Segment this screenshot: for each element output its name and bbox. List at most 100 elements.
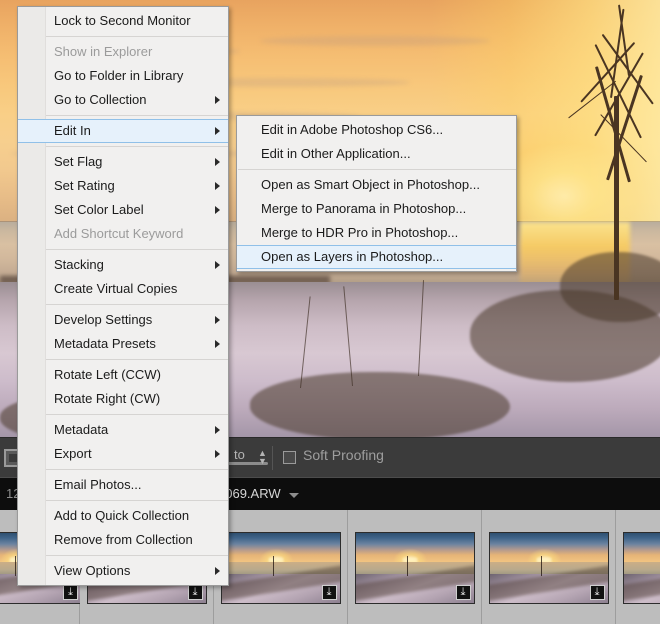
photo-brush — [250, 372, 510, 437]
menu-item-metadata[interactable]: Metadata — [18, 418, 228, 442]
submenu-arrow-icon — [215, 450, 220, 458]
filmstrip-thumb-3[interactable]: ⤓ — [214, 510, 348, 624]
submenu-item-merge-to-hdr-pro-in-photoshop[interactable]: Merge to HDR Pro in Photoshop... — [237, 221, 516, 245]
menu-item-rotate-left-ccw[interactable]: Rotate Left (CCW) — [18, 363, 228, 387]
menu-separator — [46, 500, 228, 501]
soft-proofing-checkbox[interactable] — [283, 451, 296, 464]
menu-item-edit-in[interactable]: Edit In — [18, 119, 228, 143]
menu-item-add-to-quick-collection[interactable]: Add to Quick Collection — [18, 504, 228, 528]
menu-separator — [46, 249, 228, 250]
menu-item-label: Open as Layers in Photoshop... — [261, 249, 444, 264]
menu-item-develop-settings[interactable]: Develop Settings — [18, 308, 228, 332]
menu-item-rotate-right-cw[interactable]: Rotate Right (CW) — [18, 387, 228, 411]
menu-item-label: Rotate Right (CW) — [54, 391, 161, 406]
menu-item-label: Email Photos... — [54, 477, 142, 492]
develop-badge-icon[interactable]: ⤓ — [187, 585, 203, 600]
stepper-arrows-icon[interactable]: ▲ ▼ — [258, 449, 267, 466]
menu-item-label: View Options — [54, 563, 131, 578]
menu-item-label: Set Rating — [54, 178, 115, 193]
menu-item-stacking[interactable]: Stacking — [18, 253, 228, 277]
menu-item-label: Set Color Label — [54, 202, 144, 217]
menu-item-set-color-label[interactable]: Set Color Label — [18, 198, 228, 222]
menu-item-label: Export — [54, 446, 92, 461]
filmstrip-thumb-6[interactable]: ⤓ — [616, 510, 660, 624]
thumb-tree — [407, 556, 409, 577]
menu-separator — [46, 115, 228, 116]
toolbar-to-label: to — [234, 447, 245, 462]
menu-item-label: Go to Folder in Library — [54, 68, 184, 83]
menu-separator — [46, 304, 228, 305]
develop-badge-icon[interactable]: ⤓ — [63, 585, 78, 600]
chevron-down-icon[interactable] — [289, 493, 299, 498]
menu-item-label: Edit in Adobe Photoshop CS6... — [261, 122, 444, 137]
submenu-arrow-icon — [215, 316, 220, 324]
menu-item-label: Remove from Collection — [54, 532, 193, 547]
menu-item-remove-from-collection[interactable]: Remove from Collection — [18, 528, 228, 552]
menu-separator — [46, 36, 228, 37]
thumbnail-image: ⤓ — [488, 532, 609, 604]
thumbnail-image: ⤓ — [354, 532, 475, 604]
filmstrip-thumb-5[interactable]: ⤓ — [482, 510, 616, 624]
menu-separator — [46, 414, 228, 415]
submenu-item-open-as-smart-object-in-photoshop[interactable]: Open as Smart Object in Photoshop... — [237, 173, 516, 197]
menu-item-metadata-presets[interactable]: Metadata Presets — [18, 332, 228, 356]
menu-item-label: Metadata Presets — [54, 336, 156, 351]
menu-item-lock-to-second-monitor[interactable]: Lock to Second Monitor — [18, 9, 228, 33]
menu-item-label: Develop Settings — [54, 312, 153, 327]
submenu-arrow-icon — [215, 127, 220, 135]
menu-item-go-to-folder-in-library[interactable]: Go to Folder in Library — [18, 64, 228, 88]
submenu-item-merge-to-panorama-in-photoshop[interactable]: Merge to Panorama in Photoshop... — [237, 197, 516, 221]
soft-proofing-label: Soft Proofing — [303, 447, 384, 463]
submenu-arrow-icon — [215, 261, 220, 269]
submenu-item-edit-in-adobe-photoshop-cs6[interactable]: Edit in Adobe Photoshop CS6... — [237, 118, 516, 142]
menu-item-label: Add Shortcut Keyword — [54, 226, 184, 241]
photo-bare-tree — [510, 0, 660, 300]
menu-item-email-photos[interactable]: Email Photos... — [18, 473, 228, 497]
develop-badge-icon[interactable]: ⤓ — [589, 585, 605, 600]
menu-item-label: Go to Collection — [54, 92, 147, 107]
thumb-tree — [273, 556, 275, 577]
menu-item-label: Edit In — [54, 123, 91, 138]
submenu-item-edit-in-other-application[interactable]: Edit in Other Application... — [237, 142, 516, 166]
menu-item-label: Merge to Panorama in Photoshop... — [261, 201, 467, 216]
menu-item-label: Show in Explorer — [54, 44, 153, 59]
menu-item-label: Rotate Left (CCW) — [54, 367, 161, 382]
submenu-arrow-icon — [215, 158, 220, 166]
menu-separator — [46, 146, 228, 147]
lightroom-window: to ▲▼ Soft Proofing 12 0069.ARW ⤓⤓⤓⤓⤓⤓ L… — [0, 0, 660, 624]
menu-item-go-to-collection[interactable]: Go to Collection — [18, 88, 228, 112]
submenu-item-open-as-layers-in-photoshop[interactable]: Open as Layers in Photoshop... — [237, 245, 516, 269]
develop-badge-icon[interactable]: ⤓ — [321, 585, 337, 600]
menu-item-label: Add to Quick Collection — [54, 508, 190, 523]
menu-separator — [46, 555, 228, 556]
edit-in-submenu[interactable]: Edit in Adobe Photoshop CS6... Edit in Ot… — [236, 115, 517, 272]
thumbnail-image: ⤓ — [220, 532, 341, 604]
menu-item-create-virtual-copies[interactable]: Create Virtual Copies — [18, 277, 228, 301]
menu-item-set-flag[interactable]: Set Flag — [18, 150, 228, 174]
develop-badge-icon[interactable]: ⤓ — [455, 585, 471, 600]
menu-separator — [238, 169, 516, 170]
menu-item-add-shortcut-keyword: Add Shortcut Keyword — [18, 222, 228, 246]
photo-cloud — [260, 36, 490, 46]
toolbar-divider — [272, 446, 273, 470]
menu-item-export[interactable]: Export — [18, 442, 228, 466]
menu-item-label: Open as Smart Object in Photoshop... — [261, 177, 480, 192]
menu-item-view-options[interactable]: View Options — [18, 559, 228, 583]
menu-item-show-in-explorer: Show in Explorer — [18, 40, 228, 64]
menu-item-label: Lock to Second Monitor — [54, 13, 191, 28]
submenu-arrow-icon — [215, 206, 220, 214]
menu-item-label: Set Flag — [54, 154, 103, 169]
thumb-sky — [623, 533, 660, 563]
menu-item-label: Stacking — [54, 257, 104, 272]
menu-separator — [46, 359, 228, 360]
submenu-arrow-icon — [215, 182, 220, 190]
menu-item-set-rating[interactable]: Set Rating — [18, 174, 228, 198]
menu-item-label: Metadata — [54, 422, 109, 437]
thumb-tree — [541, 556, 543, 577]
submenu-arrow-icon — [215, 340, 220, 348]
submenu-arrow-icon — [215, 96, 220, 104]
menu-item-label: Create Virtual Copies — [54, 281, 178, 296]
context-menu[interactable]: Lock to Second Monitor Show in Explorer Go… — [17, 6, 229, 586]
submenu-arrow-icon — [215, 567, 220, 575]
filmstrip-thumb-4[interactable]: ⤓ — [348, 510, 482, 624]
